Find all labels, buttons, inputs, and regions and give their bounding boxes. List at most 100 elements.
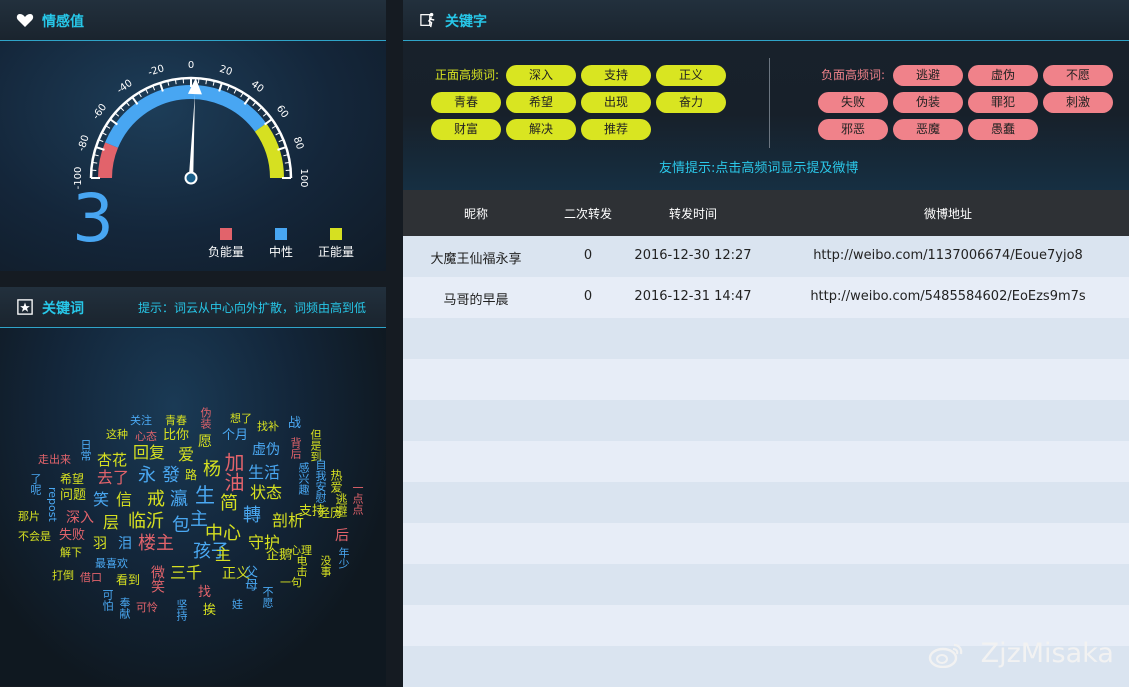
- sentiment-header: 情感值: [0, 0, 386, 41]
- cloud-word: 伪装: [200, 407, 211, 429]
- legend-neutral: 中性: [251, 228, 311, 260]
- cloud-word: 不愿: [262, 586, 273, 608]
- cloud-word: 挨: [203, 604, 216, 617]
- keyword-title: 关键字: [445, 11, 487, 31]
- positive-tag[interactable]: 解决: [506, 119, 576, 140]
- cloud-word: 轉: [243, 507, 261, 525]
- positive-tag[interactable]: 希望: [506, 92, 576, 113]
- cloud-word: 战: [288, 417, 301, 430]
- positive-tag[interactable]: 支持: [581, 65, 651, 86]
- positive-tag[interactable]: 推荐: [581, 119, 651, 140]
- cloud-word: 奉献: [119, 597, 130, 619]
- positive-tag[interactable]: 深入: [506, 65, 576, 86]
- negative-label: 负面高频词:: [821, 66, 885, 83]
- negative-tag[interactable]: 失败: [818, 92, 888, 113]
- watermark: ZjzMisaka: [928, 638, 1114, 669]
- column-header-time: 转发时间: [648, 205, 738, 222]
- negative-tag[interactable]: 恶魔: [893, 119, 963, 140]
- cloud-word: 那片: [18, 511, 40, 522]
- negative-tag[interactable]: 虚伪: [968, 65, 1038, 86]
- table-row: [403, 482, 1129, 523]
- legend-swatch: [330, 228, 342, 240]
- cloud-word: 打倒: [52, 570, 74, 581]
- negative-tag[interactable]: 刺激: [1043, 92, 1113, 113]
- cloud-word: 三千: [170, 565, 202, 581]
- cloud-word: 感兴趣: [298, 462, 309, 495]
- watermark-text: ZjzMisaka: [981, 638, 1114, 669]
- positive-tag[interactable]: 青春: [431, 92, 501, 113]
- gauge-tick-label: -40: [115, 78, 135, 97]
- cloud-word: 解下: [60, 547, 82, 558]
- cloud-word: 可怕: [102, 589, 113, 611]
- gauge-tick-label: 80: [291, 135, 305, 151]
- cloud-word: 愿: [198, 435, 212, 449]
- cloud-word: 找: [198, 586, 211, 599]
- cloud-word: 借口: [80, 572, 102, 583]
- cloud-word: 杨: [203, 461, 221, 479]
- cloud-word: 希望: [60, 473, 84, 485]
- cell-url[interactable]: http://weibo.com/5485584602/EoEzs9m7s: [798, 289, 1098, 304]
- positive-label: 正面高频词:: [435, 66, 499, 83]
- table-row[interactable]: 马哥的早晨02016-12-31 14:47http://weibo.com/5…: [403, 277, 1129, 318]
- cloud-word: 信: [116, 492, 132, 508]
- negative-tag[interactable]: 不愿: [1043, 65, 1113, 86]
- table-row: [403, 564, 1129, 605]
- table-row: [403, 359, 1129, 400]
- gauge-tick-label: 20: [218, 64, 234, 78]
- table-row: [403, 441, 1129, 482]
- table-row: [403, 400, 1129, 441]
- negative-tag[interactable]: 愚蠢: [968, 119, 1038, 140]
- gauge-tick-label: 100: [298, 168, 309, 187]
- cloud-word: 最喜欢: [95, 558, 128, 569]
- negative-tag[interactable]: 逃避: [893, 65, 963, 86]
- cell-reposts: 0: [548, 289, 628, 304]
- positive-tag[interactable]: 出现: [581, 92, 651, 113]
- keyword-divider: [769, 58, 770, 148]
- gauge-tick: [110, 119, 117, 124]
- cloud-word: 这种: [106, 429, 128, 440]
- cloud-word: 看到: [116, 574, 140, 586]
- cloud-word: 日常: [80, 439, 91, 461]
- cloud-word: 青春: [165, 415, 187, 426]
- cloud-word: 企鹅: [266, 549, 292, 562]
- cloud-word: 想了: [230, 413, 252, 424]
- gauge-tick: [120, 107, 124, 111]
- gauge-tick-label: 40: [249, 79, 266, 95]
- positive-tag[interactable]: 财富: [431, 119, 501, 140]
- cloud-word: 经历: [318, 507, 342, 519]
- cloud-word: 笑: [93, 492, 109, 508]
- legend-label: 负能量: [208, 245, 244, 259]
- sentiment-value: 3: [72, 186, 114, 252]
- cloud-word: 问题: [60, 489, 86, 502]
- cloud-word: 永: [138, 467, 156, 485]
- gauge-tick: [258, 107, 262, 111]
- negative-tag[interactable]: 罪犯: [968, 92, 1038, 113]
- positive-tag[interactable]: 正义: [656, 65, 726, 86]
- cloud-word: 父母: [243, 565, 256, 591]
- keyword-tip: 友情提示:点击高频词显示提及微博: [659, 157, 858, 176]
- cloud-word: 个月: [222, 429, 248, 442]
- table-row: [403, 523, 1129, 564]
- cloud-word: 回复: [133, 445, 165, 461]
- cloud-word: 自我安慰: [315, 459, 326, 503]
- word-cloud: 关注青春伪装想了这种心态比你愿个月找补战日常走出来杏花回复爱加油虚伪背后但是到了…: [0, 287, 386, 686]
- cloud-word: 楼主: [138, 535, 174, 553]
- cloud-word: 發: [162, 467, 180, 485]
- cell-url[interactable]: http://weibo.com/1137006674/Eoue7yjo8: [798, 248, 1098, 263]
- cloud-word: 热爱: [330, 469, 342, 493]
- cloud-word: 心态: [135, 431, 157, 442]
- weibo-table: 昵称 二次转发 转发时间 微博地址 大魔王仙福永享02016-12-30 12:…: [403, 190, 1129, 686]
- sentiment-title: 情感值: [42, 11, 84, 31]
- gauge-tick: [244, 97, 249, 104]
- negative-tag[interactable]: 邪恶: [818, 119, 888, 140]
- legend-negative: 负能量: [196, 228, 256, 260]
- cloud-word: 失败: [59, 529, 85, 542]
- negative-tag[interactable]: 伪装: [893, 92, 963, 113]
- cloud-word: 背后: [290, 437, 301, 459]
- legend-swatch: [275, 228, 287, 240]
- cloud-word: 加油: [223, 452, 243, 492]
- column-header-reposts: 二次转发: [548, 205, 628, 222]
- positive-tag[interactable]: 奋力: [656, 92, 726, 113]
- table-row[interactable]: 大魔王仙福永享02016-12-30 12:27http://weibo.com…: [403, 236, 1129, 277]
- weibo-logo-icon: [928, 642, 964, 668]
